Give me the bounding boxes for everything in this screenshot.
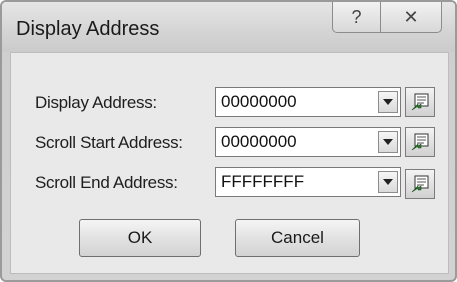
scroll-end-address-combo[interactable]: FFFFFFFF xyxy=(215,167,401,197)
title-bar[interactable]: Display Address ? ✕ xyxy=(2,2,455,52)
display-address-combo[interactable]: 00000000 xyxy=(215,87,401,117)
help-button[interactable]: ? xyxy=(332,2,381,33)
display-address-value: 00000000 xyxy=(221,92,297,111)
select-address-icon xyxy=(411,133,429,151)
scroll-end-address-label: Scroll End Address: xyxy=(35,173,178,192)
scroll-end-address-dropdown-button[interactable] xyxy=(378,171,398,193)
select-address-icon xyxy=(411,175,429,193)
ok-button[interactable]: OK xyxy=(79,219,201,257)
scroll-start-address-combo[interactable]: 00000000 xyxy=(215,127,401,157)
select-address-icon xyxy=(411,93,429,111)
close-icon: ✕ xyxy=(403,6,419,27)
dialog-window: Display Address ? ✕ Display Address: 000… xyxy=(0,0,457,282)
cancel-button[interactable]: Cancel xyxy=(235,219,360,257)
display-address-label: Display Address: xyxy=(35,93,157,112)
scroll-start-address-pick-button[interactable] xyxy=(405,127,435,157)
display-address-pick-button[interactable] xyxy=(405,87,435,117)
chevron-down-icon xyxy=(383,139,393,145)
display-address-dropdown-button[interactable] xyxy=(378,91,398,113)
close-button[interactable]: ✕ xyxy=(380,2,442,33)
window-title: Display Address xyxy=(16,18,160,40)
scroll-end-address-value: FFFFFFFF xyxy=(221,172,305,191)
scroll-start-address-label: Scroll Start Address: xyxy=(35,133,183,152)
chevron-down-icon xyxy=(383,99,393,105)
scroll-end-address-pick-button[interactable] xyxy=(405,169,435,199)
help-icon: ? xyxy=(351,6,362,27)
scroll-start-address-dropdown-button[interactable] xyxy=(378,131,398,153)
dialog-body: Display Address: 00000000 Scroll Start A… xyxy=(10,52,449,274)
chevron-down-icon xyxy=(383,179,393,185)
scroll-start-address-value: 00000000 xyxy=(221,132,297,151)
